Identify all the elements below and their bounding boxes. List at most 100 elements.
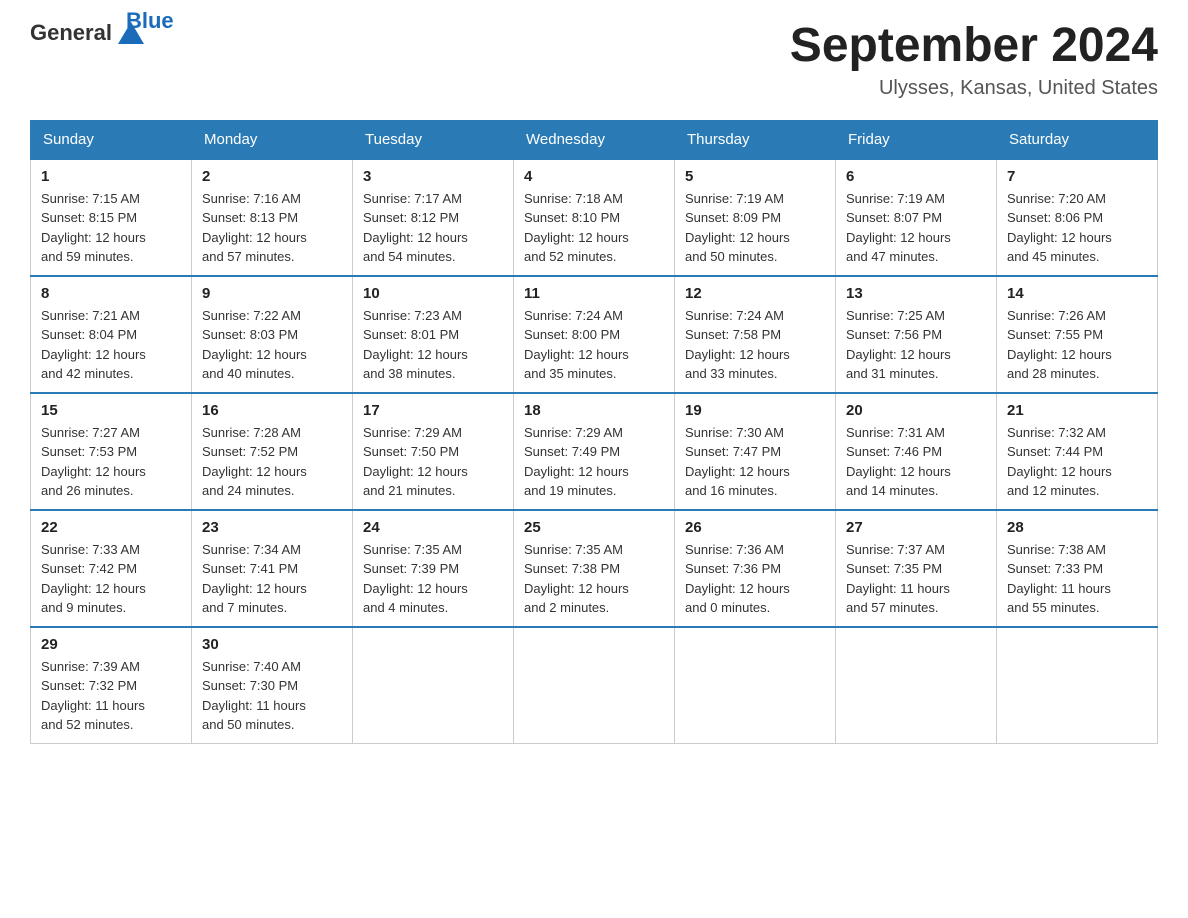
cell-info: Sunrise: 7:35 AMSunset: 7:38 PMDaylight:… bbox=[524, 542, 629, 616]
cell-info: Sunrise: 7:27 AMSunset: 7:53 PMDaylight:… bbox=[41, 425, 146, 499]
week-row: 1 Sunrise: 7:15 AMSunset: 8:15 PMDaylight… bbox=[31, 159, 1158, 276]
table-cell: 18Sunrise: 7:29 AMSunset: 7:49 PMDayligh… bbox=[514, 393, 675, 510]
day-number: 14 bbox=[1007, 285, 1147, 302]
table-cell: 24Sunrise: 7:35 AMSunset: 7:39 PMDayligh… bbox=[353, 510, 514, 627]
table-cell: 5Sunrise: 7:19 AMSunset: 8:09 PMDaylight… bbox=[675, 159, 836, 276]
cell-info: Sunrise: 7:26 AMSunset: 7:55 PMDaylight:… bbox=[1007, 308, 1112, 382]
table-cell: 4 Sunrise: 7:18 AMSunset: 8:10 PMDaylight… bbox=[514, 159, 675, 276]
col-thursday: Thursday bbox=[675, 120, 836, 159]
table-cell: 25 Sunrise: 7:35 AMSunset: 7:38 PMDayligh… bbox=[514, 510, 675, 627]
cell-info: Sunrise: 7:40 AMSunset: 7:30 PMDaylight:… bbox=[202, 659, 306, 733]
table-cell bbox=[997, 627, 1158, 744]
cell-info: Sunrise: 7:15 AMSunset: 8:15 PMDaylight:… bbox=[41, 191, 146, 265]
day-number: 4 bbox=[524, 168, 664, 185]
table-cell: 26 Sunrise: 7:36 AMSunset: 7:36 PMDayligh… bbox=[675, 510, 836, 627]
week-row: 15 Sunrise: 7:27 AMSunset: 7:53 PMDayligh… bbox=[31, 393, 1158, 510]
table-cell: 19 Sunrise: 7:30 AMSunset: 7:47 PMDayligh… bbox=[675, 393, 836, 510]
cell-info: Sunrise: 7:34 AMSunset: 7:41 PMDaylight:… bbox=[202, 542, 307, 616]
cell-info: Sunrise: 7:36 AMSunset: 7:36 PMDaylight:… bbox=[685, 542, 790, 616]
day-number: 19 bbox=[685, 402, 825, 419]
cell-info: Sunrise: 7:24 AMSunset: 8:00 PMDaylight:… bbox=[524, 308, 629, 382]
col-wednesday: Wednesday bbox=[514, 120, 675, 159]
day-number: 26 bbox=[685, 519, 825, 536]
day-number: 28 bbox=[1007, 519, 1147, 536]
cell-info: Sunrise: 7:28 AMSunset: 7:52 PMDaylight:… bbox=[202, 425, 307, 499]
col-saturday: Saturday bbox=[997, 120, 1158, 159]
day-number: 15 bbox=[41, 402, 181, 419]
cell-info: Sunrise: 7:29 AMSunset: 7:50 PMDaylight:… bbox=[363, 425, 468, 499]
cell-info: Sunrise: 7:37 AMSunset: 7:35 PMDaylight:… bbox=[846, 542, 950, 616]
cell-info: Sunrise: 7:23 AMSunset: 8:01 PMDaylight:… bbox=[363, 308, 468, 382]
table-cell: 6 Sunrise: 7:19 AMSunset: 8:07 PMDaylight… bbox=[836, 159, 997, 276]
table-cell bbox=[836, 627, 997, 744]
table-cell: 10 Sunrise: 7:23 AMSunset: 8:01 PMDayligh… bbox=[353, 276, 514, 393]
cell-info: Sunrise: 7:31 AMSunset: 7:46 PMDaylight:… bbox=[846, 425, 951, 499]
table-cell: 7 Sunrise: 7:20 AMSunset: 8:06 PMDaylight… bbox=[997, 159, 1158, 276]
cell-info: Sunrise: 7:30 AMSunset: 7:47 PMDaylight:… bbox=[685, 425, 790, 499]
week-row: 22Sunrise: 7:33 AMSunset: 7:42 PMDayligh… bbox=[31, 510, 1158, 627]
header-row: Sunday Monday Tuesday Wednesday Thursday… bbox=[31, 120, 1158, 159]
cell-info: Sunrise: 7:32 AMSunset: 7:44 PMDaylight:… bbox=[1007, 425, 1112, 499]
table-cell: 21 Sunrise: 7:32 AMSunset: 7:44 PMDayligh… bbox=[997, 393, 1158, 510]
day-number: 9 bbox=[202, 285, 342, 302]
table-cell: 3 Sunrise: 7:17 AMSunset: 8:12 PMDaylight… bbox=[353, 159, 514, 276]
table-cell: 16 Sunrise: 7:28 AMSunset: 7:52 PMDayligh… bbox=[192, 393, 353, 510]
table-cell: 14 Sunrise: 7:26 AMSunset: 7:55 PMDayligh… bbox=[997, 276, 1158, 393]
day-number: 8 bbox=[41, 285, 181, 302]
day-number: 23 bbox=[202, 519, 342, 536]
cell-info: Sunrise: 7:18 AMSunset: 8:10 PMDaylight:… bbox=[524, 191, 629, 265]
day-number: 2 bbox=[202, 168, 342, 185]
day-number: 17 bbox=[363, 402, 503, 419]
table-cell: 22Sunrise: 7:33 AMSunset: 7:42 PMDayligh… bbox=[31, 510, 192, 627]
day-number: 30 bbox=[202, 636, 342, 653]
table-cell: 2 Sunrise: 7:16 AMSunset: 8:13 PMDaylight… bbox=[192, 159, 353, 276]
calendar-subtitle: Ulysses, Kansas, United States bbox=[790, 77, 1158, 100]
day-number: 27 bbox=[846, 519, 986, 536]
table-cell: 13 Sunrise: 7:25 AMSunset: 7:56 PMDayligh… bbox=[836, 276, 997, 393]
table-cell: 30 Sunrise: 7:40 AMSunset: 7:30 PMDayligh… bbox=[192, 627, 353, 744]
day-number: 16 bbox=[202, 402, 342, 419]
week-row: 8Sunrise: 7:21 AMSunset: 8:04 PMDaylight… bbox=[31, 276, 1158, 393]
cell-info: Sunrise: 7:19 AMSunset: 8:07 PMDaylight:… bbox=[846, 191, 951, 265]
day-number: 3 bbox=[363, 168, 503, 185]
calendar-table: Sunday Monday Tuesday Wednesday Thursday… bbox=[30, 120, 1158, 744]
table-cell: 23 Sunrise: 7:34 AMSunset: 7:41 PMDayligh… bbox=[192, 510, 353, 627]
table-cell: 1 Sunrise: 7:15 AMSunset: 8:15 PMDaylight… bbox=[31, 159, 192, 276]
cell-info: Sunrise: 7:16 AMSunset: 8:13 PMDaylight:… bbox=[202, 191, 307, 265]
calendar-title: September 2024 bbox=[790, 20, 1158, 73]
day-number: 12 bbox=[685, 285, 825, 302]
cell-info: Sunrise: 7:20 AMSunset: 8:06 PMDaylight:… bbox=[1007, 191, 1112, 265]
logo-text-blue: Blue bbox=[126, 8, 174, 34]
week-row: 29Sunrise: 7:39 AMSunset: 7:32 PMDayligh… bbox=[31, 627, 1158, 744]
table-cell: 9 Sunrise: 7:22 AMSunset: 8:03 PMDaylight… bbox=[192, 276, 353, 393]
day-number: 20 bbox=[846, 402, 986, 419]
cell-info: Sunrise: 7:22 AMSunset: 8:03 PMDaylight:… bbox=[202, 308, 307, 382]
day-number: 10 bbox=[363, 285, 503, 302]
cell-info: Sunrise: 7:39 AMSunset: 7:32 PMDaylight:… bbox=[41, 659, 145, 733]
col-tuesday: Tuesday bbox=[353, 120, 514, 159]
table-cell bbox=[514, 627, 675, 744]
table-cell: 20 Sunrise: 7:31 AMSunset: 7:46 PMDayligh… bbox=[836, 393, 997, 510]
table-cell: 15 Sunrise: 7:27 AMSunset: 7:53 PMDayligh… bbox=[31, 393, 192, 510]
table-cell: 12 Sunrise: 7:24 AMSunset: 7:58 PMDayligh… bbox=[675, 276, 836, 393]
cell-info: Sunrise: 7:38 AMSunset: 7:33 PMDaylight:… bbox=[1007, 542, 1111, 616]
header: General Blue September 2024 Ulysses, Kan… bbox=[30, 20, 1158, 100]
cell-info: Sunrise: 7:19 AMSunset: 8:09 PMDaylight:… bbox=[685, 191, 790, 265]
table-cell: 27 Sunrise: 7:37 AMSunset: 7:35 PMDayligh… bbox=[836, 510, 997, 627]
table-cell: 8Sunrise: 7:21 AMSunset: 8:04 PMDaylight… bbox=[31, 276, 192, 393]
table-cell: 28 Sunrise: 7:38 AMSunset: 7:33 PMDayligh… bbox=[997, 510, 1158, 627]
day-number: 21 bbox=[1007, 402, 1147, 419]
table-cell bbox=[353, 627, 514, 744]
day-number: 6 bbox=[846, 168, 986, 185]
cell-info: Sunrise: 7:17 AMSunset: 8:12 PMDaylight:… bbox=[363, 191, 468, 265]
day-number: 13 bbox=[846, 285, 986, 302]
col-friday: Friday bbox=[836, 120, 997, 159]
day-number: 1 bbox=[41, 168, 181, 185]
day-number: 24 bbox=[363, 519, 503, 536]
day-number: 7 bbox=[1007, 168, 1147, 185]
logo-text-general: General bbox=[30, 20, 112, 46]
table-cell: 17 Sunrise: 7:29 AMSunset: 7:50 PMDayligh… bbox=[353, 393, 514, 510]
cell-info: Sunrise: 7:25 AMSunset: 7:56 PMDaylight:… bbox=[846, 308, 951, 382]
cell-info: Sunrise: 7:24 AMSunset: 7:58 PMDaylight:… bbox=[685, 308, 790, 382]
day-number: 25 bbox=[524, 519, 664, 536]
